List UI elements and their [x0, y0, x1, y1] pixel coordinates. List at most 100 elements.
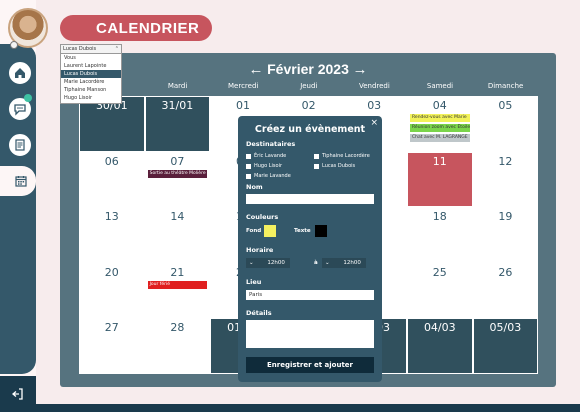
- prev-month-button[interactable]: ←: [246, 61, 266, 78]
- place-input[interactable]: Paris: [246, 290, 374, 300]
- nav-home-button[interactable]: [7, 60, 33, 86]
- checkbox-box[interactable]: [246, 163, 251, 169]
- calendar-day-cell[interactable]: 18: [407, 207, 473, 263]
- day-number: 21: [170, 265, 185, 279]
- user-select-current[interactable]: Lucas Dubois ⌃: [61, 45, 121, 54]
- calendar-day-cell[interactable]: 07 Sortie au théâtre Molière: [144, 151, 211, 208]
- calendar-day-cell[interactable]: 04/03: [407, 318, 473, 374]
- details-textarea[interactable]: [246, 320, 374, 348]
- calendar-day-cell[interactable]: 19: [472, 207, 539, 263]
- day-number: 27: [104, 321, 119, 335]
- calendar-day-cell[interactable]: 05/03: [472, 318, 539, 374]
- bottom-bar: [36, 404, 580, 412]
- day-number: 11: [432, 154, 447, 168]
- sidebar-rail: [0, 44, 36, 374]
- day-number: 12: [498, 154, 513, 168]
- nav-tasks-button[interactable]: [7, 132, 33, 158]
- logout-button[interactable]: [0, 376, 36, 412]
- calendar-day-cell[interactable]: 13: [79, 207, 145, 263]
- user-select-option[interactable]: Vous: [61, 54, 121, 62]
- checkbox-box[interactable]: [314, 163, 319, 169]
- close-modal-button[interactable]: ×: [370, 118, 378, 128]
- day-number: 13: [104, 210, 119, 224]
- calendar-day-cell[interactable]: 06: [79, 151, 145, 208]
- name-input[interactable]: [246, 194, 374, 204]
- recipient-checkbox[interactable]: Lucas Dubois: [314, 163, 355, 169]
- texte-color-picker[interactable]: [315, 225, 327, 237]
- checkbox-box[interactable]: [314, 153, 319, 159]
- user-select-option[interactable]: Tiphaine Manson: [61, 86, 121, 94]
- nav-calendar-button[interactable]: [8, 168, 34, 194]
- day-header: Mercredi: [228, 82, 259, 90]
- save-and-add-button[interactable]: Enregistrer et ajouter: [246, 357, 374, 373]
- calendar-day-cell[interactable]: 28: [144, 318, 211, 374]
- day-header: Samedi: [426, 82, 454, 90]
- calendar-day-cell[interactable]: 12: [472, 151, 539, 208]
- calendar-day-cell[interactable]: 20: [79, 262, 145, 319]
- chevron-down-icon: ⌄: [249, 260, 254, 266]
- calendar-event[interactable]: Sortie au théâtre Molière: [147, 169, 208, 178]
- day-number: 07: [170, 154, 185, 168]
- calendar-day-cell[interactable]: 05: [472, 96, 539, 152]
- calendar-day-cell[interactable]: 14: [144, 207, 211, 263]
- calendar-day-cell[interactable]: 31/01: [144, 96, 211, 152]
- calendar-event[interactable]: Réunion zoom avec Étoile: [410, 124, 470, 132]
- day-header: Mardi: [167, 82, 188, 90]
- month-navigator: ← Février 2023 →: [246, 59, 370, 79]
- user-select-option[interactable]: Marie Lacordère: [61, 78, 121, 86]
- day-number: 19: [498, 210, 513, 224]
- user-select-option[interactable]: Laurent Lapointe: [61, 62, 121, 70]
- day-number: 31/01: [161, 99, 194, 112]
- day-number: 20: [104, 265, 119, 279]
- user-select-option[interactable]: Hugo Lisoir: [61, 94, 121, 102]
- chevron-down-icon: ⌄: [325, 260, 330, 266]
- start-time-select[interactable]: ⌄ 12h00: [246, 258, 290, 268]
- calendar-day-cell[interactable]: 11: [407, 151, 473, 208]
- recipient-label: Lucas Dubois: [322, 163, 356, 169]
- colors-label: Couleurs: [246, 213, 279, 221]
- avatar-status-icon: [10, 41, 18, 49]
- calendar-day-cell[interactable]: 26: [472, 262, 539, 319]
- day-number: 01: [235, 99, 250, 112]
- calendar-day-cell[interactable]: 04 Rendez-vous avec Marie Réunion zoom ave…: [407, 96, 473, 152]
- recipient-checkbox[interactable]: Hugo Lisoir: [246, 163, 282, 169]
- checkbox-box[interactable]: [246, 153, 251, 159]
- page-title: CALENDRIER: [60, 15, 212, 41]
- calendar-event[interactable]: Chat avec M. LAGRANGE: [410, 134, 470, 142]
- month-label: Février 2023: [267, 61, 349, 77]
- user-select-option[interactable]: Lucas Dubois: [61, 70, 121, 78]
- fond-color-picker[interactable]: [264, 225, 276, 237]
- calendar-event[interactable]: Rendez-vous avec Marie: [410, 114, 470, 122]
- calendar-day-cell[interactable]: 27: [79, 318, 145, 374]
- day-number: 05: [498, 99, 513, 112]
- day-number: 05/03: [489, 321, 522, 335]
- recipients-label: Destinataires: [246, 140, 296, 148]
- day-number: 02: [301, 99, 316, 112]
- calendar-day-cell[interactable]: 30/01: [79, 96, 145, 152]
- start-time-value: 12h00: [267, 260, 285, 266]
- recipient-label: Marie Lavande: [254, 173, 291, 179]
- calendar-day-cell[interactable]: 25: [407, 262, 473, 319]
- details-label: Détails: [246, 309, 272, 317]
- next-month-button[interactable]: →: [350, 61, 370, 78]
- day-number: 26: [498, 265, 513, 279]
- user-select-dropdown[interactable]: Lucas Dubois ⌃ Vous Laurent Lapointe Lucas…: [60, 44, 122, 104]
- calendar-event[interactable]: Jour férié: [147, 280, 208, 289]
- fond-label: Fond: [246, 228, 262, 234]
- schedule-label: Horaire: [246, 246, 274, 254]
- calendar-day-cell[interactable]: 21 Jour férié: [144, 262, 211, 319]
- recipient-checkbox[interactable]: Tiphaine Lacordère: [314, 153, 370, 159]
- texte-label: Texte: [294, 228, 311, 234]
- checkbox-box[interactable]: [246, 173, 251, 179]
- calendar-icon: [15, 176, 27, 187]
- day-number: 03: [367, 99, 382, 112]
- recipient-checkbox[interactable]: Marie Lavande: [246, 173, 291, 179]
- day-header: Vendredi: [358, 82, 390, 90]
- day-header: Dimanche: [487, 82, 524, 90]
- recipient-checkbox[interactable]: Éric Lavande: [246, 153, 286, 159]
- name-label: Nom: [246, 183, 263, 191]
- logout-icon: [11, 388, 23, 400]
- end-time-select[interactable]: ⌄ 12h00: [322, 258, 366, 268]
- user-select-current-label: Lucas Dubois: [63, 46, 97, 52]
- modal-title: Créez un évènement: [254, 124, 366, 135]
